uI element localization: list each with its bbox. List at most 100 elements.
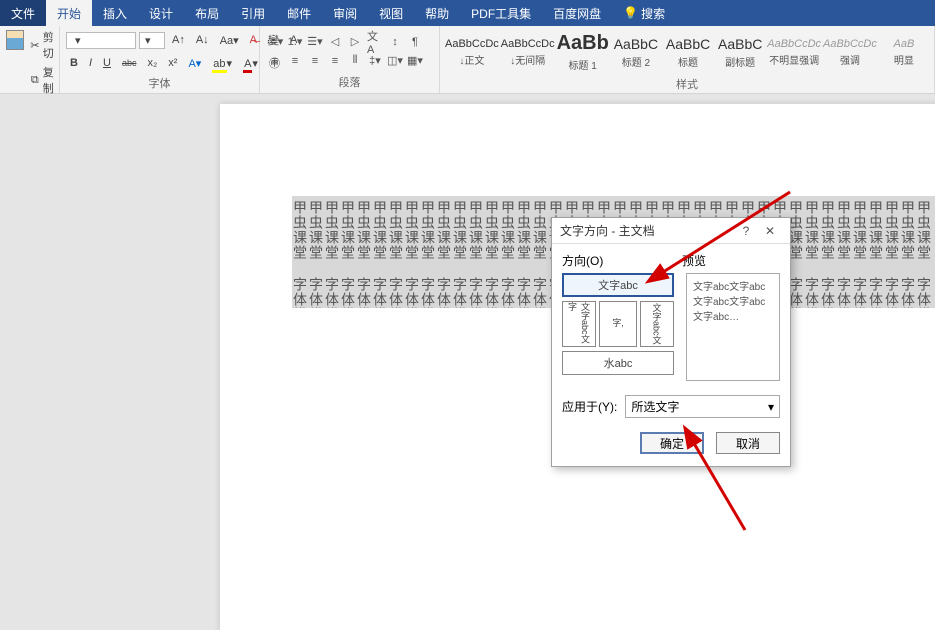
tab-design[interactable]: 设计 <box>138 0 184 26</box>
number-list-button[interactable]: 1.▾ <box>286 34 304 50</box>
show-marks-button[interactable]: ¶ <box>406 34 424 50</box>
paste-button[interactable] <box>4 28 26 54</box>
style-item-0[interactable]: AaBbCcDc↓正文 <box>444 28 500 76</box>
style-item-1[interactable]: AaBbCcDc↓无间隔 <box>500 28 556 76</box>
copy-button[interactable]: ⧉ 复制 <box>28 63 60 97</box>
clear-format-button[interactable]: A̶ <box>246 32 261 48</box>
align-right-button[interactable]: ≡ <box>306 53 324 69</box>
borders-button[interactable]: ▦▾ <box>406 53 424 69</box>
style-item-3[interactable]: AaBbC标题 2 <box>610 28 662 76</box>
align-justify-button[interactable]: ≡ <box>326 53 344 69</box>
text-column: 甲虫课堂 字体横向 <box>804 196 820 308</box>
shading-button[interactable]: ◫▾ <box>386 53 404 69</box>
align-center-button[interactable]: ≡ <box>286 53 304 69</box>
style-item-7[interactable]: AaBbCcDc强调 <box>822 28 878 76</box>
font-group-label: 字体 <box>64 75 255 92</box>
text-column: 甲虫课堂 字体横向 <box>532 196 548 308</box>
style-name: 标题 <box>678 54 698 69</box>
text-effects-button[interactable]: A▾ <box>184 55 205 72</box>
increase-indent-button[interactable]: ▷ <box>346 34 364 50</box>
style-item-8[interactable]: AaB 明显 <box>878 28 930 76</box>
tab-baidu[interactable]: 百度网盘 <box>542 0 612 26</box>
tab-file[interactable]: 文件 <box>0 0 46 26</box>
text-column: 甲虫课堂 字体横向 <box>852 196 868 308</box>
cancel-button[interactable]: 取消 <box>716 432 780 454</box>
subscript-button[interactable]: x₂ <box>143 55 161 71</box>
ribbon-tabs: 文件 开始 插入 设计 布局 引用 邮件 审阅 视图 帮助 PDF工具集 百度网… <box>0 0 935 26</box>
underline-button[interactable]: U <box>99 55 115 71</box>
style-name: 标题 2 <box>622 54 650 69</box>
tab-review[interactable]: 审阅 <box>322 0 368 26</box>
style-item-5[interactable]: AaBbC副标题 <box>714 28 766 76</box>
tab-layout[interactable]: 布局 <box>184 0 230 26</box>
orientation-option-horizontal[interactable]: 文字abc <box>562 273 674 297</box>
text-column: 甲虫课堂 字体横向 <box>356 196 372 308</box>
style-name: 明显 <box>894 52 914 67</box>
close-button[interactable]: ✕ <box>758 221 782 241</box>
align-left-button[interactable]: ≡ <box>266 53 284 69</box>
shrink-font-button[interactable]: A↓ <box>192 32 213 48</box>
text-direction-button[interactable]: 文A <box>366 34 384 50</box>
scissors-icon: ✂ <box>30 38 40 52</box>
style-sample: AaBbCcDc <box>445 38 499 50</box>
italic-button[interactable]: I <box>85 55 96 71</box>
tab-view[interactable]: 视图 <box>368 0 414 26</box>
text-column: 甲虫课堂 字体横向 <box>404 196 420 308</box>
orientation-label: 方向(O) <box>562 252 682 269</box>
tab-mail[interactable]: 邮件 <box>276 0 322 26</box>
sort-button[interactable]: ↕ <box>386 34 404 50</box>
change-case-button[interactable]: Aa▾ <box>216 32 243 49</box>
copy-icon: ⧉ <box>30 73 40 87</box>
orientation-option-vertical-1[interactable]: 文字abc文字 <box>562 301 596 347</box>
text-column: 甲虫课堂 字体横向 <box>516 196 532 308</box>
orientation-option-vertical-2[interactable]: 字, <box>599 301 637 347</box>
font-family-select[interactable]: ▾ <box>66 32 136 49</box>
tab-pdf[interactable]: PDF工具集 <box>460 0 542 26</box>
group-styles: AaBbCcDc↓正文AaBbCcDc↓无间隔AaBb标题 1AaBbC标题 2… <box>440 26 935 93</box>
highlight-button[interactable]: ab▾ <box>208 55 236 72</box>
style-sample: AaBbCcDc <box>823 38 877 50</box>
dialog-titlebar[interactable]: 文字方向 - 主文档 ? ✕ <box>552 218 790 244</box>
style-sample: AaBbC <box>666 36 710 52</box>
tab-home[interactable]: 开始 <box>46 0 92 26</box>
superscript-button[interactable]: x² <box>164 55 181 71</box>
orientation-option-vertical-3[interactable]: 文字abc文 <box>640 301 674 347</box>
tab-insert[interactable]: 插入 <box>92 0 138 26</box>
style-item-6[interactable]: AaBbCcDc不明显强调 <box>766 28 822 76</box>
style-name: 副标题 <box>725 54 755 69</box>
style-sample: AaB <box>894 38 915 50</box>
text-column: 甲虫课堂 字体横向 <box>484 196 500 308</box>
text-column: 甲虫课堂 字体横向 <box>900 196 916 308</box>
bold-button[interactable]: B <box>66 55 82 71</box>
distribute-button[interactable]: ⫴ <box>346 53 364 69</box>
line-spacing-button[interactable]: ‡▾ <box>366 53 384 69</box>
ok-button[interactable]: 确定 <box>640 432 704 454</box>
text-column: 甲虫课堂 字体横向 <box>468 196 484 308</box>
font-size-select[interactable]: ▾ <box>139 32 165 49</box>
font-color-button[interactable]: A▾ <box>239 55 262 72</box>
style-sample: AaBb <box>557 32 609 55</box>
tab-help[interactable]: 帮助 <box>414 0 460 26</box>
tab-search[interactable]: 💡 搜索 <box>612 0 676 26</box>
orientation-option-rotated[interactable]: 水abc <box>562 351 674 375</box>
group-font: ▾ ▾ A↑ A↓ Aa▾ A̶ 變 A B I U abc x₂ x² A▾ <box>60 26 260 93</box>
multilevel-list-button[interactable]: ☰▾ <box>306 34 324 50</box>
bullet-list-button[interactable]: ≔▾ <box>266 34 284 50</box>
style-item-4[interactable]: AaBbC 标题 <box>662 28 714 76</box>
bulb-icon: 💡 <box>623 6 638 20</box>
style-name: 标题 1 <box>569 57 597 72</box>
style-sample: AaBbCcDc <box>767 38 821 50</box>
tab-references[interactable]: 引用 <box>230 0 276 26</box>
paste-icon <box>6 30 24 50</box>
help-button[interactable]: ? <box>734 221 758 241</box>
decrease-indent-button[interactable]: ◁ <box>326 34 344 50</box>
text-column: 甲虫课堂 字体横向 <box>372 196 388 308</box>
text-column: 甲虫课堂 字体横向 <box>884 196 900 308</box>
style-item-2[interactable]: AaBb 标题 1 <box>556 28 610 76</box>
grow-font-button[interactable]: A↑ <box>168 32 189 48</box>
text-column: 甲虫课堂 字体横向 <box>916 196 932 308</box>
apply-to-select[interactable]: 所选文字 ▾ <box>625 395 780 418</box>
cut-button[interactable]: ✂ 剪切 <box>28 28 60 62</box>
preview-label: 预览 <box>682 252 706 269</box>
strike-button[interactable]: abc <box>118 56 141 70</box>
